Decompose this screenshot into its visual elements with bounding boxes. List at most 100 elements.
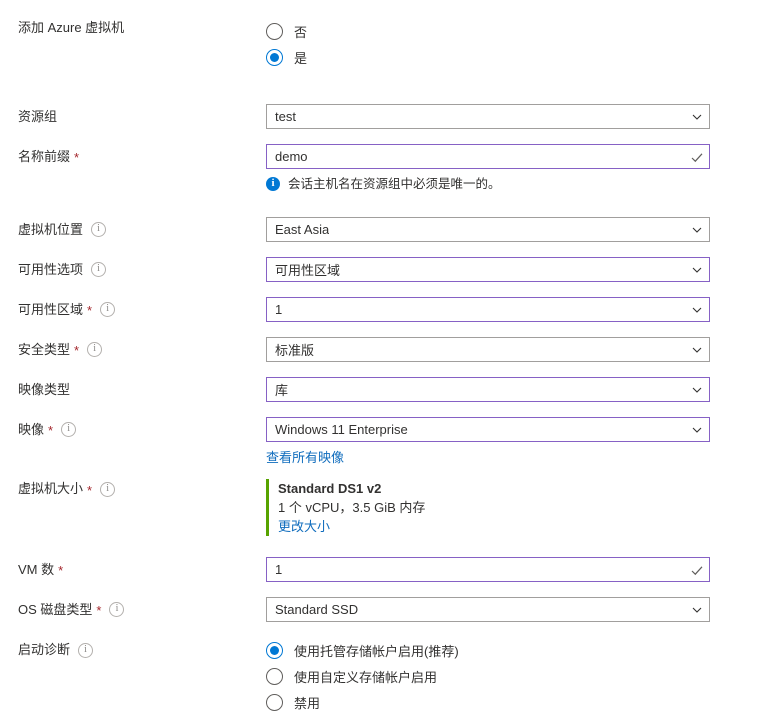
required-asterisk: * xyxy=(87,482,93,498)
label-security-type: 安全类型 * xyxy=(0,337,266,362)
label-vm-count: VM 数 * xyxy=(0,557,266,582)
chevron-down-icon xyxy=(692,345,702,354)
radio-option-label: 禁用 xyxy=(294,695,321,711)
field-row-vm-location: 虚拟机位置 East Asia xyxy=(0,217,782,242)
info-icon[interactable] xyxy=(61,422,77,437)
radio-option-disabled[interactable]: 禁用 xyxy=(266,689,710,715)
security-type-dropdown[interactable]: 标准版 xyxy=(266,337,710,362)
label-text: 映像类型 xyxy=(18,381,71,397)
label-text: 资源组 xyxy=(18,108,58,124)
vm-location-dropdown[interactable]: East Asia xyxy=(266,217,710,242)
radio-icon xyxy=(266,693,283,711)
radio-option-managed-storage[interactable]: 使用托管存储帐户启用(推荐) xyxy=(266,637,710,663)
label-text: 名称前缀 xyxy=(18,148,71,164)
radio-option-add-vm-no[interactable]: 否 xyxy=(266,18,710,44)
field-row-os-disk-type: OS 磁盘类型 * Standard SSD xyxy=(0,597,782,622)
chevron-down-icon xyxy=(692,265,702,274)
control-add-vm: 否 是 xyxy=(266,18,782,70)
vm-size-card: Standard DS1 v2 1 个 vCPU，3.5 GiB 内存 更改大小 xyxy=(266,479,710,536)
vm-size-name: Standard DS1 v2 xyxy=(278,481,382,496)
os-disk-type-dropdown[interactable]: Standard SSD xyxy=(266,597,710,622)
label-image-type: 映像类型 xyxy=(0,377,266,402)
change-size-link[interactable]: 更改大小 xyxy=(278,517,330,536)
control-availability-zone: 1 xyxy=(266,297,782,322)
os-disk-type-value: Standard SSD xyxy=(275,602,359,617)
chevron-down-icon xyxy=(692,305,702,314)
radio-option-label: 使用托管存储帐户启用(推荐) xyxy=(294,643,459,659)
field-row-availability-zone: 可用性区域 * 1 xyxy=(0,297,782,322)
radio-icon xyxy=(266,22,283,40)
control-resource-group: test xyxy=(266,104,782,129)
chevron-down-icon xyxy=(692,225,702,234)
field-row-vm-size: 虚拟机大小 * Standard DS1 v2 1 个 vCPU，3.5 GiB… xyxy=(0,479,782,536)
radio-icon-selected xyxy=(266,48,283,66)
checkmark-icon xyxy=(691,565,703,576)
availability-zone-dropdown[interactable]: 1 xyxy=(266,297,710,322)
radio-option-custom-storage[interactable]: 使用自定义存储帐户启用 xyxy=(266,663,710,689)
control-vm-count: 1 xyxy=(266,557,782,582)
label-text: 启动诊断 xyxy=(18,642,71,657)
image-dropdown[interactable]: Windows 11 Enterprise xyxy=(266,417,710,442)
radio-option-label: 是 xyxy=(294,50,308,66)
info-icon[interactable] xyxy=(91,222,107,237)
info-icon[interactable] xyxy=(87,342,103,357)
required-asterisk: * xyxy=(74,343,80,358)
field-row-add-vm: 添加 Azure 虚拟机 否 是 xyxy=(0,18,782,70)
control-os-disk-type: Standard SSD xyxy=(266,597,782,622)
info-icon[interactable] xyxy=(100,481,116,497)
label-name-prefix: 名称前缀 * xyxy=(0,144,266,169)
info-icon[interactable] xyxy=(100,302,116,317)
vm-size-specs: 1 个 vCPU，3.5 GiB 内存 xyxy=(278,500,426,515)
info-icon[interactable] xyxy=(109,602,125,617)
required-asterisk: * xyxy=(74,150,80,165)
required-asterisk: * xyxy=(58,563,64,578)
security-type-value: 标准版 xyxy=(275,343,315,358)
radio-option-label: 否 xyxy=(294,24,308,40)
control-boot-diagnostics: 使用托管存储帐户启用(推荐) 使用自定义存储帐户启用 禁用 xyxy=(266,637,782,715)
name-prefix-value: demo xyxy=(275,149,308,164)
field-row-name-prefix: 名称前缀 * demo 会话主机名在资源组中必须是唯一的。 xyxy=(0,144,782,192)
label-os-disk-type: OS 磁盘类型 * xyxy=(0,597,266,622)
label-image: 映像 * xyxy=(0,417,266,442)
resource-group-dropdown[interactable]: test xyxy=(266,104,710,129)
radio-icon-selected xyxy=(266,641,283,659)
control-image-type: 库 xyxy=(266,377,782,402)
label-text: 添加 Azure 虚拟机 xyxy=(18,20,125,35)
label-text: VM 数 xyxy=(18,561,55,577)
info-icon[interactable] xyxy=(78,642,94,658)
label-vm-location: 虚拟机位置 xyxy=(0,217,266,242)
checkmark-icon xyxy=(691,152,703,163)
control-image: Windows 11 Enterprise 查看所有映像 xyxy=(266,417,782,466)
radio-icon xyxy=(266,667,283,685)
label-boot-diagnostics: 启动诊断 xyxy=(0,637,266,663)
resource-group-value: test xyxy=(275,109,296,124)
control-name-prefix: demo 会话主机名在资源组中必须是唯一的。 xyxy=(266,144,782,192)
name-prefix-input[interactable]: demo xyxy=(266,144,710,169)
availability-zone-value: 1 xyxy=(275,302,283,317)
availability-option-dropdown[interactable]: 可用性区域 xyxy=(266,257,710,282)
label-resource-group: 资源组 xyxy=(0,104,266,129)
image-type-value: 库 xyxy=(275,383,289,398)
label-vm-size: 虚拟机大小 * xyxy=(0,479,266,499)
radio-group-add-vm: 否 是 xyxy=(266,18,710,70)
radio-option-add-vm-yes[interactable]: 是 xyxy=(266,44,710,70)
image-value: Windows 11 Enterprise xyxy=(275,422,408,437)
control-availability-option: 可用性区域 xyxy=(266,257,782,282)
vm-count-input[interactable]: 1 xyxy=(266,557,710,582)
vm-location-value: East Asia xyxy=(275,222,330,237)
label-availability-option: 可用性选项 xyxy=(0,257,266,282)
chevron-down-icon xyxy=(692,605,702,614)
availability-option-value: 可用性区域 xyxy=(275,263,341,278)
label-text: 虚拟机位置 xyxy=(18,221,84,237)
required-asterisk: * xyxy=(48,423,54,438)
control-vm-location: East Asia xyxy=(266,217,782,242)
image-type-dropdown[interactable]: 库 xyxy=(266,377,710,402)
info-icon[interactable] xyxy=(91,262,107,277)
field-row-resource-group: 资源组 test xyxy=(0,104,782,129)
required-asterisk: * xyxy=(87,303,93,318)
chevron-down-icon xyxy=(692,425,702,434)
label-text: 虚拟机大小 xyxy=(18,481,84,496)
vm-count-value: 1 xyxy=(275,562,283,577)
field-row-image: 映像 * Windows 11 Enterprise 查看所有映像 xyxy=(0,417,782,466)
see-all-images-link[interactable]: 查看所有映像 xyxy=(266,447,344,466)
